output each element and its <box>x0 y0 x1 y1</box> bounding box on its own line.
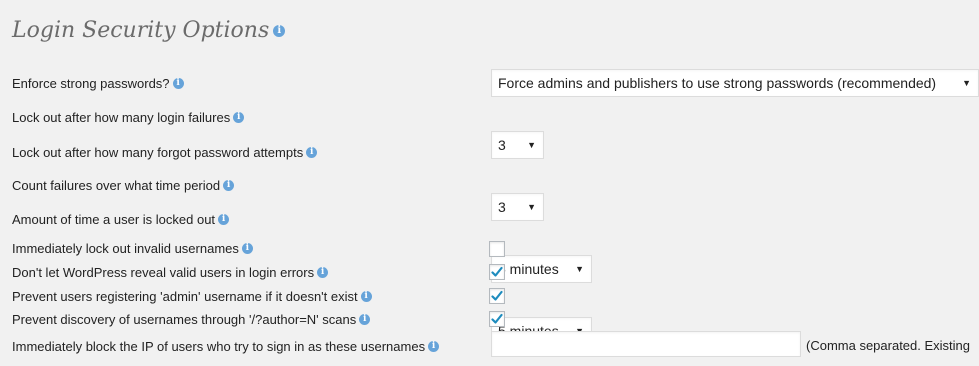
info-icon[interactable]: i <box>360 291 372 303</box>
hide-valid-users-checkbox[interactable] <box>489 264 505 280</box>
failure-period-select[interactable]: 5 minutes ▼ <box>491 255 592 283</box>
chevron-down-icon: ▼ <box>575 264 584 274</box>
forgot-password-attempts-label-text: Lock out after how many forgot password … <box>12 145 304 160</box>
hide-valid-users-label-text: Don't let WordPress reveal valid users i… <box>12 265 315 280</box>
prevent-admin-username-label: Prevent users registering 'admin' userna… <box>12 289 372 304</box>
forgot-password-attempts-label: Lock out after how many forgot password … <box>12 145 318 160</box>
login-security-options-panel: Login Security Options i Enforce strong p… <box>0 0 979 366</box>
prevent-author-scan-checkbox[interactable] <box>489 311 505 327</box>
login-failures-select[interactable]: 3 ▼ <box>491 131 544 159</box>
checkmark-icon <box>491 266 503 277</box>
info-icon[interactable]: i <box>273 25 286 37</box>
info-icon[interactable]: i <box>172 78 184 90</box>
strong-passwords-selected-value: Force admins and publishers to use stron… <box>498 75 937 91</box>
lockout-duration-label-text: Amount of time a user is locked out <box>12 212 216 227</box>
info-icon[interactable]: i <box>306 147 318 159</box>
prevent-admin-username-checkbox[interactable] <box>489 288 505 304</box>
chevron-down-icon: ▼ <box>527 140 536 150</box>
login-failures-label: Lock out after how many login failures i <box>12 110 245 125</box>
lock-invalid-usernames-label-text: Immediately lock out invalid usernames <box>12 241 239 256</box>
strong-passwords-select[interactable]: Force admins and publishers to use stron… <box>491 69 979 97</box>
failure-period-label-text: Count failures over what time period <box>12 178 221 193</box>
chevron-down-icon: ▼ <box>962 78 971 88</box>
checkmark-icon <box>491 313 503 324</box>
block-usernames-hint: (Comma separated. Existing <box>806 338 971 353</box>
failure-period-label: Count failures over what time period i <box>12 178 235 193</box>
block-usernames-label-text: Immediately block the IP of users who tr… <box>12 339 426 354</box>
info-icon[interactable]: i <box>233 112 245 124</box>
lock-invalid-usernames-label: Immediately lock out invalid usernames i <box>12 241 253 256</box>
strong-passwords-label: Enforce strong passwords? i <box>12 76 184 91</box>
block-usernames-input[interactable] <box>491 331 801 357</box>
info-icon[interactable]: i <box>223 180 235 192</box>
forgot-password-attempts-select[interactable]: 3 ▼ <box>491 193 544 221</box>
lockout-duration-label: Amount of time a user is locked out i <box>12 212 230 227</box>
login-failures-selected-value: 3 <box>498 137 506 153</box>
section-title: Login Security Options i <box>12 18 286 43</box>
info-icon[interactable]: i <box>317 267 329 279</box>
failure-period-selected-value: 5 minutes <box>498 261 559 277</box>
lock-invalid-usernames-checkbox[interactable] <box>489 241 505 257</box>
chevron-down-icon: ▼ <box>527 202 536 212</box>
forgot-password-attempts-selected-value: 3 <box>498 199 506 215</box>
info-icon[interactable]: i <box>218 214 230 226</box>
hide-valid-users-label: Don't let WordPress reveal valid users i… <box>12 265 329 280</box>
section-title-text: Login Security Options <box>12 18 270 43</box>
info-icon[interactable]: i <box>359 314 371 326</box>
prevent-author-scan-label: Prevent discovery of usernames through '… <box>12 312 371 327</box>
strong-passwords-label-text: Enforce strong passwords? <box>12 76 170 91</box>
prevent-author-scan-label-text: Prevent discovery of usernames through '… <box>12 312 357 327</box>
info-icon[interactable]: i <box>241 243 253 255</box>
checkmark-icon <box>491 290 503 301</box>
block-usernames-label: Immediately block the IP of users who tr… <box>12 339 440 354</box>
prevent-admin-username-label-text: Prevent users registering 'admin' userna… <box>12 289 358 304</box>
info-icon[interactable]: i <box>428 341 440 353</box>
login-failures-label-text: Lock out after how many login failures <box>12 110 231 125</box>
